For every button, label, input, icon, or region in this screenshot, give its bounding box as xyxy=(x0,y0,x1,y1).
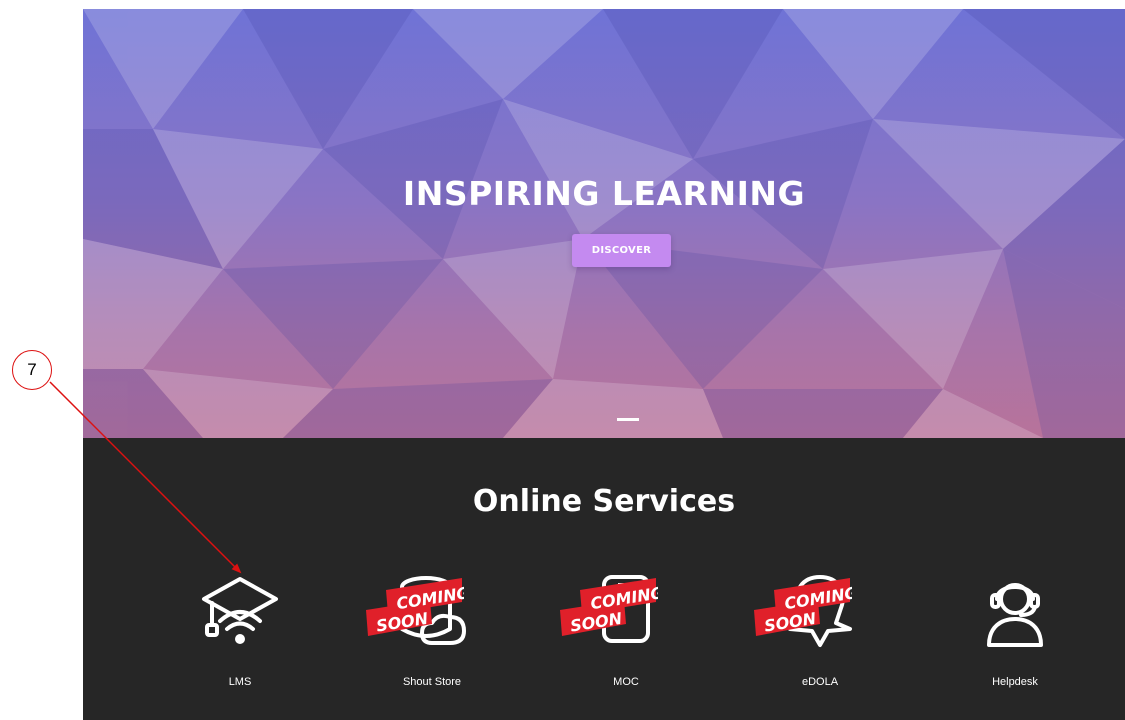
annotation-arrow xyxy=(49,381,242,574)
annotation-callout: 7 xyxy=(12,350,52,390)
